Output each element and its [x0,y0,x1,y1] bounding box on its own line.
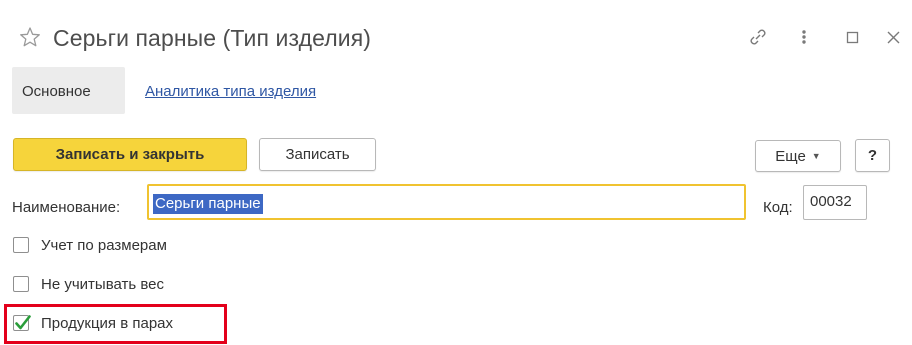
form-window: Серьги парные (Тип изделия) Основное Ана… [0,0,912,345]
save-button[interactable]: Записать [259,138,376,171]
code-input[interactable]: 00032 [803,185,867,220]
maximize-icon[interactable] [843,27,863,47]
name-input[interactable]: Серьги парные [147,184,746,220]
window-header: Серьги парные (Тип изделия) [0,0,912,68]
more-button-label: Еще [775,147,806,165]
ignore-weight-label: Не учитывать вес [41,276,164,293]
link-icon[interactable] [748,27,768,47]
name-input-value: Серьги парные [153,194,263,214]
tab-main[interactable]: Основное [12,67,125,114]
save-and-close-button[interactable]: Записать и закрыть [13,138,247,171]
tab-main-label: Основное [22,83,91,100]
more-vertical-icon[interactable] [794,27,814,47]
size-accounting-checkbox[interactable] [13,237,29,253]
size-accounting-label: Учет по размерам [41,237,167,254]
tab-analytics-link[interactable]: Аналитика типа изделия [145,83,316,100]
name-label: Наименование: [12,199,121,216]
help-button[interactable]: ? [855,139,890,172]
highlight-frame [4,304,227,344]
ignore-weight-checkbox[interactable] [13,276,29,292]
window-title: Серьги парные (Тип изделия) [53,25,372,51]
close-icon[interactable] [884,27,904,47]
more-button[interactable]: Еще ▼ [755,140,841,172]
star-icon[interactable] [19,26,41,48]
code-label: Код: [763,199,793,216]
chevron-down-icon: ▼ [811,151,821,161]
